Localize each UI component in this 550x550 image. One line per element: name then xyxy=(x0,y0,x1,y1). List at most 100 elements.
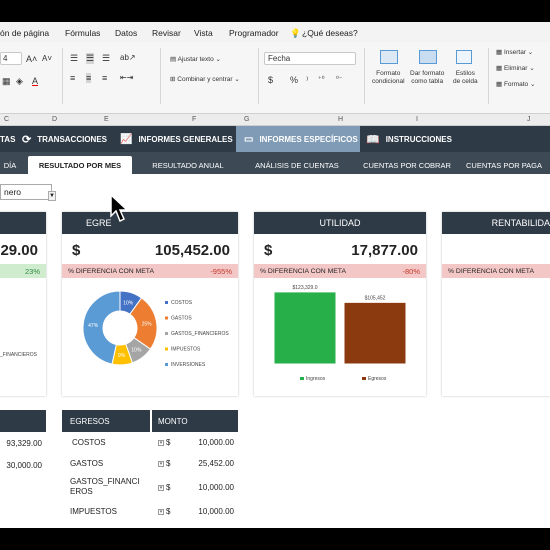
decrease-decimal-icon[interactable]: ⁰⁻ xyxy=(336,75,343,83)
bar-ingresos xyxy=(273,291,337,365)
egresos-name-cell[interactable]: GASTOS_FINANCI EROS xyxy=(70,477,140,497)
ingresos-card: 29.00 23% _FINANCIEROS xyxy=(0,212,46,396)
currency-format-button[interactable]: $ xyxy=(268,75,273,85)
border-icon[interactable]: ▦ xyxy=(2,76,11,87)
utilidad-amount-value: 17,877.00 xyxy=(351,242,418,259)
table-format-icon[interactable] xyxy=(419,50,437,64)
align-middle-icon[interactable]: ☰ xyxy=(86,53,95,64)
column-c[interactable]: C xyxy=(4,116,9,123)
tab-cuentas-por-cobrar[interactable]: CUENTAS POR COBRAR xyxy=(352,156,462,174)
column-d[interactable]: D xyxy=(52,116,57,123)
align-top-icon[interactable]: ☰ xyxy=(70,53,78,64)
cell-styles-button[interactable]: Estilos de celda xyxy=(453,70,478,86)
chevron-down-icon[interactable]: ▼ xyxy=(48,191,56,201)
tab-label: RESULTADO POR MES xyxy=(38,160,122,170)
egresos-name-cell[interactable]: COSTOS xyxy=(72,438,106,447)
column-j[interactable]: J xyxy=(527,116,531,123)
filter-icon[interactable]: ▾ xyxy=(158,440,164,446)
font-size-select[interactable]: 4 xyxy=(0,52,22,65)
monto-cell[interactable]: 10,000.00 xyxy=(198,483,234,492)
rentabilidad-card-header: RENTABILIDA xyxy=(442,212,550,234)
column-h[interactable]: H xyxy=(338,116,343,123)
month-value: nero xyxy=(4,187,22,197)
table-format-button[interactable]: Dar formato como tabla xyxy=(410,70,444,86)
ingresos-cell[interactable]: 93,329.00 xyxy=(6,439,42,448)
font-color-icon[interactable]: A xyxy=(32,76,38,86)
column-g[interactable]: G xyxy=(244,116,249,123)
menu-data[interactable]: Datos xyxy=(115,28,137,38)
align-center-icon[interactable]: ≡ xyxy=(86,73,92,83)
nav-item-cuentas[interactable]: TAS xyxy=(0,126,15,152)
nav-item-informes-generales[interactable]: 📈 INFORMES GENERALES xyxy=(120,126,233,152)
table-format-label: Dar formato xyxy=(410,70,445,77)
egresos-pie-chart: 10% COSTOS 25% GASTOS 10% GASTOS_FINANCIEROS 9… xyxy=(82,290,229,368)
table-row: GASTOS ▾ $ 25,452.00 xyxy=(62,452,238,474)
increase-decimal-icon[interactable]: ⁺⁰ xyxy=(318,75,325,83)
legend-swatch xyxy=(165,301,168,304)
font-size-value: 4 xyxy=(3,54,8,63)
egresos-name-cell[interactable]: IMPUESTOS xyxy=(70,507,117,516)
egresos-table: EGRESOS MONTO COSTOS ▾ $ 10,000.00 GASTO… xyxy=(62,410,238,528)
menu-review[interactable]: Revisar xyxy=(152,28,181,38)
format-button[interactable]: ▦ Formato ⌄ xyxy=(496,80,535,88)
egresos-name-cell[interactable]: GASTOS xyxy=(70,459,103,468)
conditional-format-button[interactable]: Formato condicional xyxy=(372,70,405,86)
orientation-icon[interactable]: ab↗ xyxy=(120,53,136,62)
align-right-icon[interactable]: ≡ xyxy=(102,73,107,83)
align-bottom-icon[interactable]: ☰ xyxy=(102,53,110,64)
tell-me-search[interactable]: ¿Qué deseas? xyxy=(302,28,358,38)
ingresos-cell[interactable]: 30,000.00 xyxy=(6,461,42,470)
menu-view[interactable]: Vista xyxy=(194,28,213,38)
nav-item-label: INFORMES ESPECÍFICOS xyxy=(259,134,358,144)
tab-cuentas-por-pagar[interactable]: CUENTAS POR PAGA xyxy=(466,156,550,174)
utilidad-diff-row: % DIFERENCIA CON META -80% xyxy=(254,264,426,278)
percent-format-button[interactable]: % xyxy=(290,75,298,85)
filter-icon[interactable]: ▾ xyxy=(158,485,164,491)
indent-icon[interactable]: ⇤⇥ xyxy=(120,73,133,82)
column-i[interactable]: I xyxy=(416,116,418,123)
tab-resultado-por-mes[interactable]: RESULTADO POR MES xyxy=(28,156,132,174)
table-row: GASTOS_FINANCI EROS ▾ $ 10,000.00 xyxy=(62,474,238,500)
cell-styles-icon[interactable] xyxy=(456,50,472,64)
bar-data-label: $123,329.0 xyxy=(292,285,317,291)
menu-developer[interactable]: Programador xyxy=(229,28,279,38)
insert-button[interactable]: ▦ Insertar ⌄ xyxy=(496,48,533,56)
nav-item-informes-especificos[interactable]: ▭ INFORMES ESPECÍFICOS xyxy=(236,126,360,152)
wrap-text-label: Ajustar texto xyxy=(177,56,214,63)
wrap-text-button[interactable]: ▤ Ajustar texto ⌄ xyxy=(170,55,221,63)
menu-page-layout[interactable]: ón de página xyxy=(0,28,49,38)
number-format-select[interactable]: Fecha xyxy=(264,52,356,65)
egresos-card-header: EGRE xyxy=(62,212,238,234)
filter-icon[interactable]: ▾ xyxy=(158,509,164,515)
conditional-format-icon[interactable] xyxy=(380,50,398,64)
increase-font-icon[interactable]: A˄ xyxy=(26,54,37,64)
monto-cell[interactable]: 25,452.00 xyxy=(198,459,234,468)
tab-analisis-de-cuentas[interactable]: ANÁLISIS DE CUENTAS xyxy=(244,156,350,174)
menu-formulas[interactable]: Fórmulas xyxy=(65,28,100,38)
align-left-icon[interactable]: ≡ xyxy=(70,73,75,83)
merge-center-button[interactable]: ⊞ Combinar y centrar ⌄ xyxy=(170,75,240,83)
nav-item-label: INSTRUCCIONES xyxy=(385,134,452,144)
nav-item-transacciones[interactable]: ⟳ TRANSACCIONES xyxy=(22,126,107,152)
legend-swatch xyxy=(165,363,168,366)
tab-dia[interactable]: DÍA xyxy=(0,156,20,174)
decrease-font-icon[interactable]: A˅ xyxy=(42,54,52,63)
percent-symbol: % xyxy=(290,75,299,85)
egresos-currency: $ xyxy=(72,242,81,259)
nav-item-label: TRANSACCIONES xyxy=(37,134,107,144)
comma-style-icon[interactable]: ⁾ xyxy=(306,75,308,86)
egresos-name-line: GASTOS_FINANCI xyxy=(70,477,140,486)
filter-icon[interactable]: ▾ xyxy=(158,461,164,467)
tab-resultado-anual[interactable]: RESULTADO ANUAL xyxy=(142,156,234,174)
legend-label: Egresos xyxy=(368,376,387,382)
column-f[interactable]: F xyxy=(192,116,196,123)
monto-cell[interactable]: 10,000.00 xyxy=(198,438,234,447)
ingresos-amount: 29.00 xyxy=(0,234,46,264)
nav-item-instrucciones[interactable]: 📖 INSTRUCCIONES xyxy=(366,126,452,152)
conditional-format-label: Formato xyxy=(376,70,401,77)
fill-color-icon[interactable]: ◈ xyxy=(16,76,23,87)
month-select[interactable]: nero xyxy=(0,184,52,200)
monto-cell[interactable]: 10,000.00 xyxy=(198,507,234,516)
delete-button[interactable]: ▦ Eliminar ⌄ xyxy=(496,64,535,72)
column-e[interactable]: E xyxy=(104,116,109,123)
